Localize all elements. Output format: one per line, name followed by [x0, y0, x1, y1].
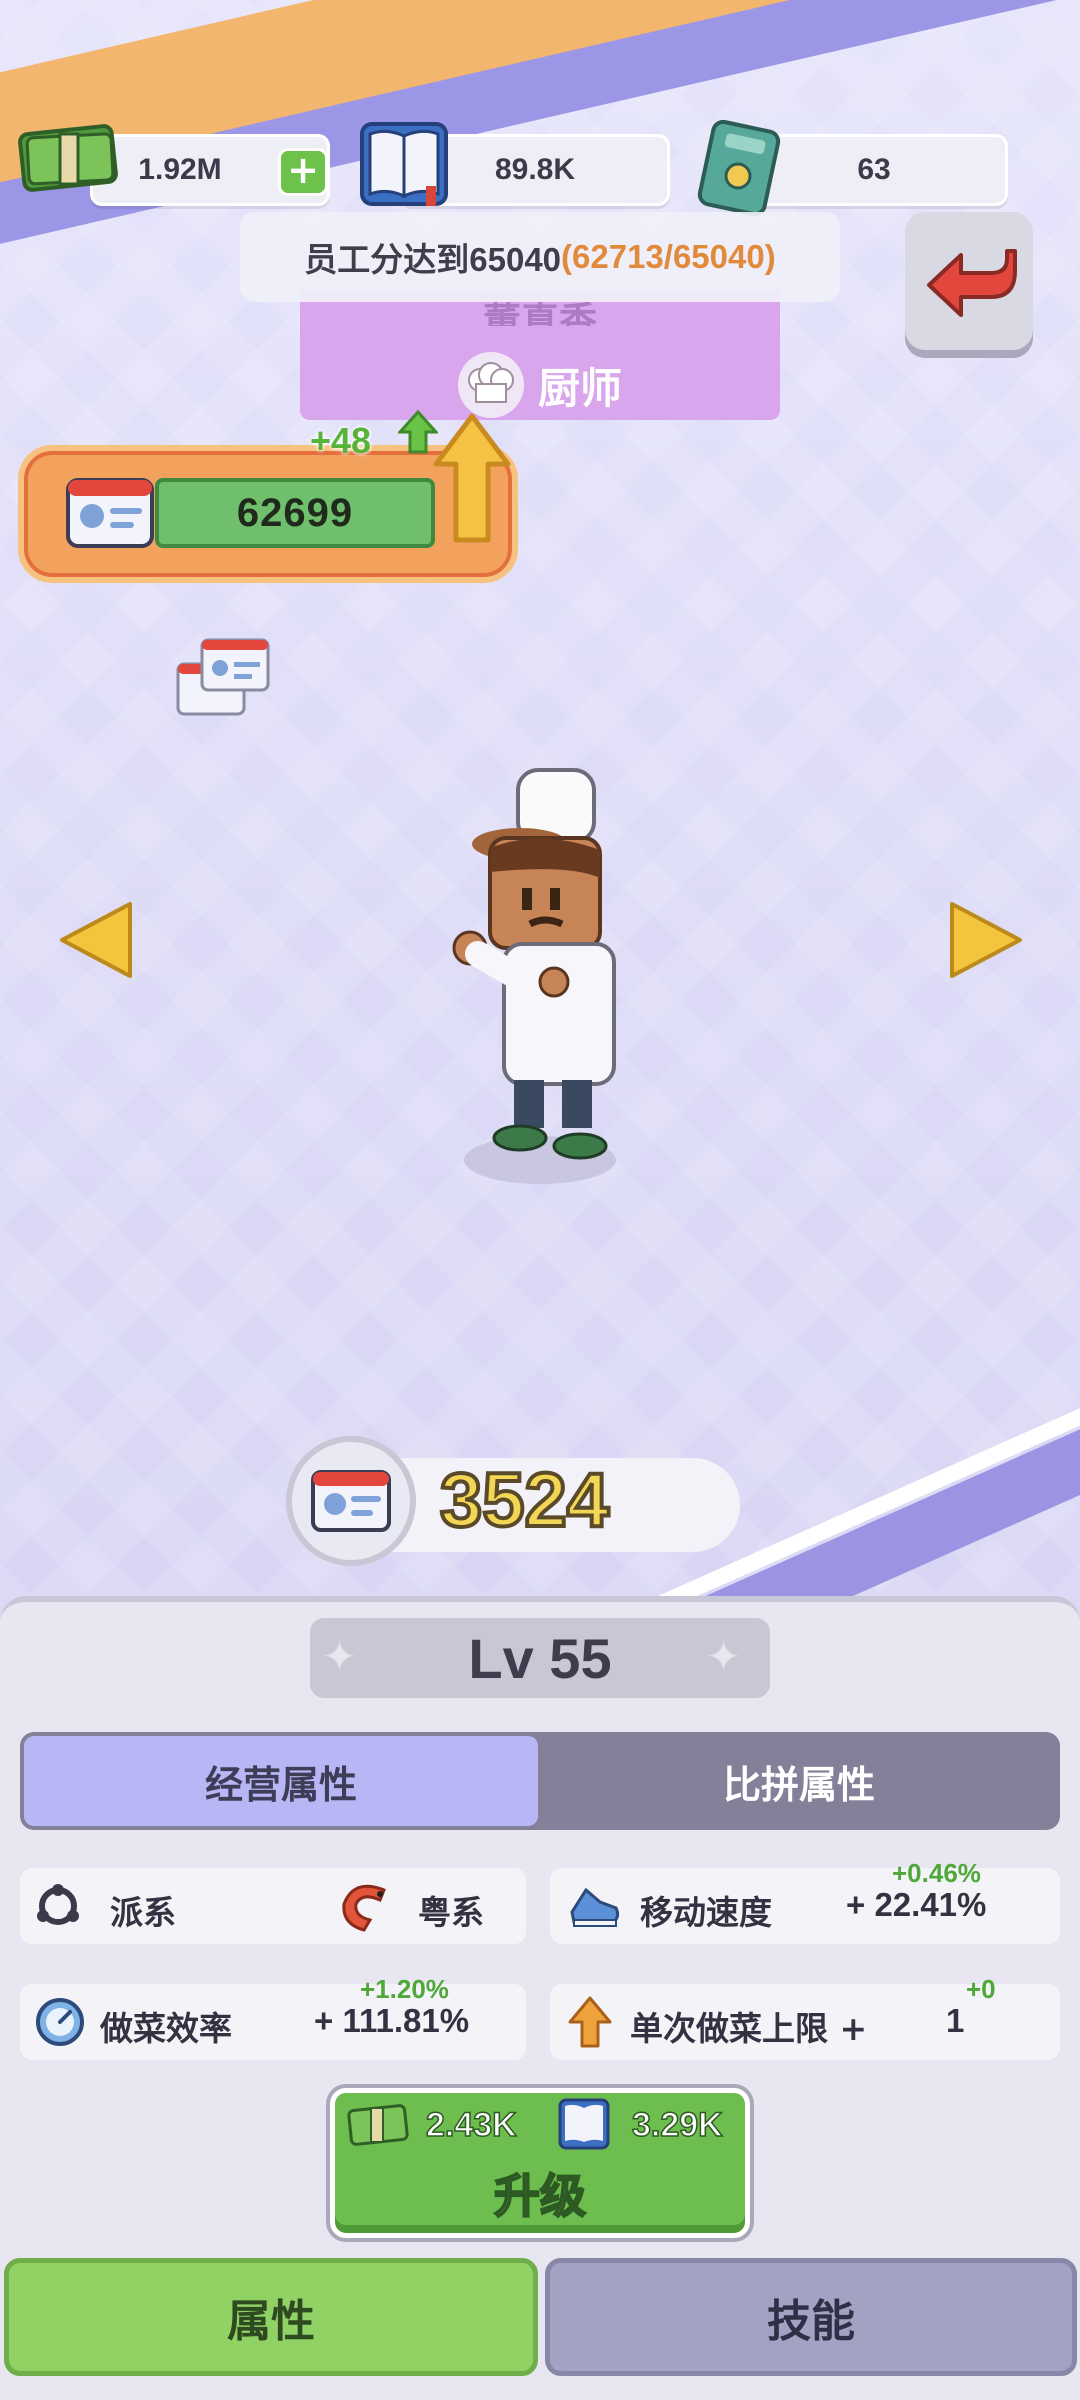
role-label: 厨师 — [537, 363, 622, 413]
cash-icon — [18, 116, 122, 200]
upgrade-book-cost: 3.29K — [631, 2105, 723, 2145]
return-arrow-icon — [927, 249, 1017, 317]
tab-competition-attributes[interactable]: 比拼属性 — [538, 1732, 1060, 1830]
move-speed-delta: +0.46% — [892, 1858, 981, 1888]
cooking-efficiency-attribute: 做菜效率 + 111.81% +1.20% — [20, 1974, 526, 2060]
faction-label: 派系 — [110, 1893, 176, 1932]
faction-attribute: 派系 粤系 — [20, 1868, 526, 1944]
next-character-button[interactable] — [946, 898, 1026, 986]
level-text: Lv 55 — [468, 1626, 612, 1690]
menu-card-icon — [694, 116, 790, 220]
back-button[interactable] — [905, 212, 1033, 350]
recipe-book-icon — [356, 116, 452, 216]
sparkle-icon: ✦ — [322, 1632, 358, 1681]
cash-cost-icon — [346, 2100, 410, 2152]
tab-business-attributes[interactable]: 经营属性 — [24, 1736, 538, 1826]
books-amount: 89.8K — [494, 153, 576, 186]
cooking-limit-value: 1 — [946, 2002, 965, 2039]
add-cash-button[interactable]: + — [278, 148, 328, 196]
tab-business-label: 经营属性 — [204, 1762, 357, 1807]
attribute-tabs: 经营属性 比拼属性 — [20, 1732, 1060, 1830]
cash-amount: 1.92M — [138, 153, 222, 186]
arrow-right-icon — [950, 902, 1022, 978]
book-cost-icon — [556, 2096, 612, 2156]
goal-banner: 员工分达到65040 (62713/65040) — [240, 212, 840, 302]
staff-score-value: 62699 — [155, 478, 435, 548]
cooking-efficiency-delta: +1.20% — [360, 1974, 449, 2004]
shoe-icon — [570, 1887, 620, 1927]
move-speed-value: + 22.41% — [846, 1886, 987, 1923]
move-speed-attribute: 移动速度 + 22.41% +0.46% — [550, 1858, 1060, 1944]
move-speed-label: 移动速度 — [640, 1893, 772, 1932]
goal-text: 员工分达到65040 — [304, 241, 562, 278]
tab-attributes[interactable]: 属性 — [4, 2258, 538, 2376]
prev-character-button[interactable] — [56, 898, 136, 986]
cards-amount: 63 — [857, 153, 891, 186]
goal-progress: (62713/65040) — [561, 238, 776, 275]
score-up-arrow-icon — [432, 410, 512, 554]
tab-skills-label: 技能 — [767, 2296, 855, 2347]
badge-card-icon — [286, 1436, 416, 1566]
chef-hat-icon — [457, 352, 524, 418]
small-up-arrow-icon — [396, 409, 440, 458]
orange-up-arrow-icon — [568, 1996, 612, 2048]
faction-icon — [37, 1884, 79, 1925]
upgrade-cash-cost: 2.43K — [425, 2105, 517, 2145]
cooking-limit-attribute: 单次做菜上限 + 1 +0 — [550, 1974, 1060, 2060]
tab-attributes-label: 属性 — [227, 2296, 315, 2347]
cooking-efficiency-label: 做菜效率 — [100, 2009, 232, 2048]
staff-card-icon — [64, 474, 156, 554]
cooking-limit-delta: +0 — [966, 1974, 996, 2004]
arrow-left-icon — [60, 902, 132, 978]
floating-cards-icon — [176, 636, 272, 722]
cooking-efficiency-value: + 111.81% — [314, 2002, 470, 2039]
upgrade-label: 升级 — [493, 2168, 587, 2224]
badge-value: 3524 — [438, 1456, 611, 1545]
sparkle-icon: ✦ — [706, 1632, 742, 1681]
faction-value: 粤系 — [418, 1893, 484, 1932]
tab-skills[interactable]: 技能 — [545, 2258, 1077, 2376]
chef-character — [430, 768, 640, 1192]
shrimp-icon — [342, 1884, 386, 1932]
level-display: Lv 55 — [310, 1618, 770, 1698]
cooking-limit-label: 单次做菜上限 + — [630, 2009, 868, 2048]
tab-competition-label: 比拼属性 — [722, 1762, 875, 1807]
stopwatch-icon — [36, 1998, 84, 2046]
staff-score-delta: +48 — [310, 420, 372, 461]
